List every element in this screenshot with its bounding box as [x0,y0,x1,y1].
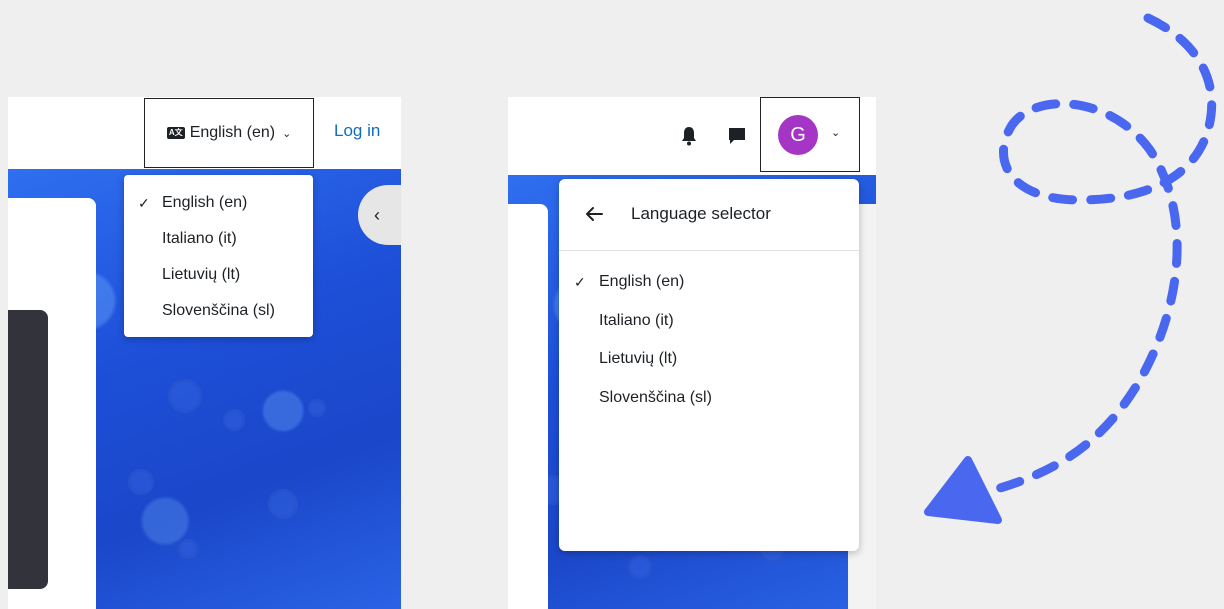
right-content-card [508,204,548,609]
language-icon: A文 [166,127,185,139]
language-option-label: Lietuvių (lt) [599,350,678,368]
language-option-label: English (en) [599,273,685,291]
login-link[interactable]: Log in [334,121,380,141]
left-screenshot-panel: A文 English (en) ⌄ Log in ‹ ✓ English (en… [8,97,401,609]
submenu-header: Language selector [559,179,859,251]
language-option-label: Lietuvių (lt) [162,266,241,283]
user-menu-toggle[interactable]: G ⌄ [760,97,860,172]
language-option-label: Italiano (it) [162,230,237,247]
bell-icon[interactable] [680,125,698,147]
chevron-down-icon: ⌄ [831,127,841,139]
language-option-sl[interactable]: Slovenščina (sl) [559,379,859,418]
check-icon: ✓ [574,273,586,290]
language-option-en[interactable]: ✓ English (en) [559,263,859,302]
check-icon: ✓ [138,194,150,211]
language-button-label: English (en) [189,124,276,141]
chevron-left-icon: ‹ [374,204,380,225]
language-option-sl[interactable]: Slovenščina (sl) [124,293,313,329]
language-option-label: Italiano (it) [599,311,674,329]
language-dropdown-menu: ✓ English (en) Italiano (it) Lietuvių (l… [124,175,313,337]
language-option-lt[interactable]: Lietuvių (lt) [124,257,313,293]
language-option-label: Slovenščina (sl) [162,302,275,319]
right-screenshot-panel: G ⌄ Language selector ✓ English (en) Ita… [508,97,876,609]
submenu-title: Language selector [631,204,771,223]
language-menu-button[interactable]: A文 English (en) ⌄ [144,98,314,168]
language-option-it[interactable]: Italiano (it) [559,302,859,341]
language-submenu: Language selector ✓ English (en) Italian… [559,179,859,551]
chevron-down-icon: ⌄ [282,127,292,140]
language-option-en[interactable]: ✓ English (en) [124,185,313,221]
language-option-label: English (en) [162,194,248,211]
chat-icon[interactable] [726,125,748,147]
avatar: G [778,115,818,155]
language-option-lt[interactable]: Lietuvių (lt) [559,340,859,379]
left-dark-block [8,310,48,589]
arrow-left-icon[interactable] [583,203,605,225]
language-option-it[interactable]: Italiano (it) [124,221,313,257]
language-option-label: Slovenščina (sl) [599,388,712,406]
